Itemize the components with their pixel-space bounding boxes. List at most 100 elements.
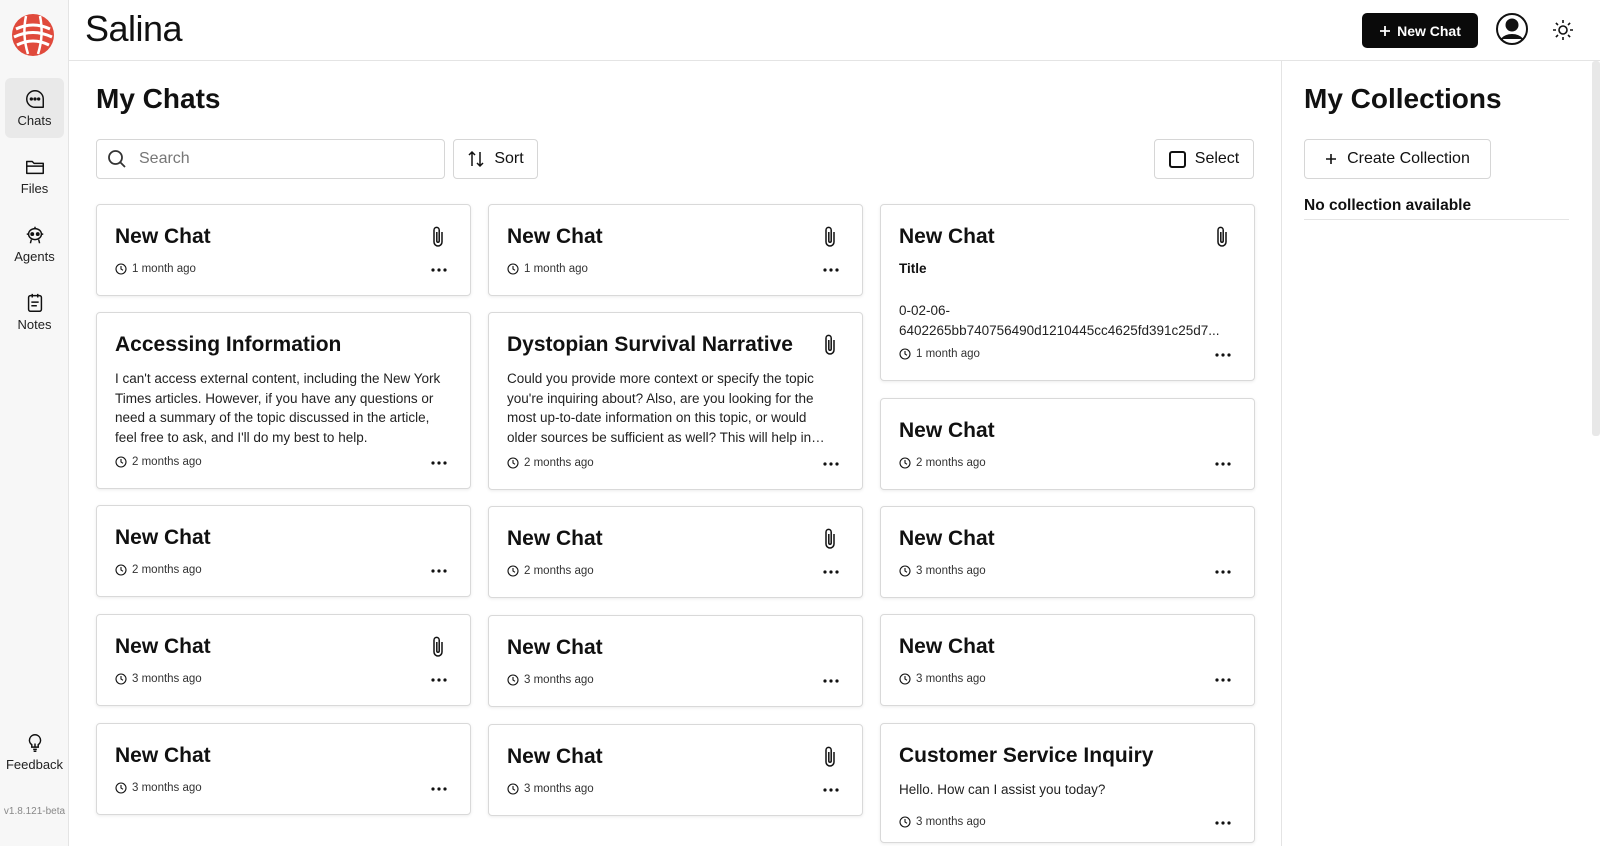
chat-timestamp: 3 months ago: [899, 565, 986, 577]
chat-title: New Chat: [899, 635, 995, 658]
chat-card[interactable]: New Chat 3 months ago: [96, 614, 471, 706]
chat-card[interactable]: Accessing Information I can't access ext…: [96, 312, 471, 489]
sun-icon[interactable]: [1552, 19, 1574, 41]
more-options-icon[interactable]: [822, 267, 840, 273]
create-collection-button[interactable]: Create Collection: [1304, 139, 1491, 179]
chat-card[interactable]: Customer Service Inquiry Hello. How can …: [880, 723, 1255, 843]
chat-card[interactable]: New Chat 2 months ago: [96, 505, 471, 597]
feedback-label: Feedback: [5, 757, 64, 772]
sidebar-item-label: Chats: [17, 113, 52, 128]
more-options-icon[interactable]: [430, 786, 448, 792]
more-options-icon[interactable]: [822, 787, 840, 793]
chat-timestamp: 1 month ago: [507, 263, 588, 275]
chat-card[interactable]: New Chat 1 month ago: [488, 204, 863, 296]
chat-card[interactable]: New Chat 3 months ago: [880, 506, 1255, 598]
page-title: My Chats: [96, 83, 221, 114]
paperclip-icon[interactable]: [820, 225, 840, 249]
clock-icon: [507, 457, 519, 469]
chat-timestamp: 2 months ago: [115, 564, 202, 576]
clock-icon: [899, 565, 911, 577]
sidebar-item-label: Agents: [14, 249, 55, 264]
chat-timestamp: 2 months ago: [899, 457, 986, 469]
chat-bubble-icon: [25, 90, 44, 108]
more-options-icon[interactable]: [1214, 569, 1232, 575]
chat-title: New Chat: [115, 225, 211, 248]
more-options-icon[interactable]: [430, 677, 448, 683]
user-avatar-icon[interactable]: [1495, 12, 1529, 46]
chat-title: New Chat: [507, 636, 603, 659]
clock-icon: [507, 565, 519, 577]
lightbulb-icon: [28, 734, 41, 752]
sort-button[interactable]: Sort: [453, 139, 538, 179]
clock-icon: [507, 783, 519, 795]
paperclip-icon[interactable]: [820, 745, 840, 769]
collections-panel: My Collections Create Collection No coll…: [1281, 61, 1600, 846]
more-options-icon[interactable]: [1214, 677, 1232, 683]
chat-title: New Chat: [507, 745, 603, 768]
sidebar-item-files[interactable]: Files: [5, 146, 64, 206]
clock-icon: [115, 782, 127, 794]
more-options-icon[interactable]: [822, 569, 840, 575]
paperclip-icon[interactable]: [1212, 225, 1232, 249]
more-options-icon[interactable]: [1214, 820, 1232, 826]
chat-preview: 0-02-06- 6402265bb740756490d1210445cc462…: [899, 303, 1220, 338]
chat-card[interactable]: Dystopian Survival Narrative Could you p…: [488, 312, 863, 490]
chat-card[interactable]: New Chat Title 0-02-06- 6402265bb7407564…: [880, 204, 1255, 381]
paperclip-icon[interactable]: [428, 635, 448, 659]
sidebar-item-notes[interactable]: Notes: [5, 282, 64, 342]
chat-card[interactable]: New Chat 3 months ago: [96, 723, 471, 815]
chat-card[interactable]: New Chat 3 months ago: [488, 615, 863, 707]
more-options-icon[interactable]: [822, 461, 840, 467]
collections-title: My Collections: [1304, 83, 1502, 114]
more-options-icon[interactable]: [1214, 352, 1232, 358]
paperclip-icon[interactable]: [820, 333, 840, 357]
notes-icon: [27, 293, 42, 312]
paperclip-icon[interactable]: [428, 225, 448, 249]
chat-timestamp: 2 months ago: [507, 457, 594, 469]
clock-icon: [899, 673, 911, 685]
chat-card[interactable]: New Chat 2 months ago: [488, 506, 863, 598]
create-collection-label: Create Collection: [1347, 150, 1470, 167]
version-label: v1.8.121-beta: [3, 806, 66, 817]
agent-icon: [26, 226, 43, 244]
select-button[interactable]: Select: [1154, 139, 1254, 179]
more-options-icon[interactable]: [430, 267, 448, 273]
chat-timestamp: 2 months ago: [115, 456, 202, 468]
chat-timestamp: 3 months ago: [115, 673, 202, 685]
clock-icon: [115, 456, 127, 468]
sidebar-item-label: Notes: [17, 317, 52, 332]
more-options-icon[interactable]: [822, 678, 840, 684]
clock-icon: [899, 457, 911, 469]
chat-title: New Chat: [115, 744, 211, 767]
salina-logo-icon[interactable]: [10, 12, 56, 58]
feedback-button[interactable]: Feedback: [5, 722, 64, 782]
paperclip-icon[interactable]: [820, 527, 840, 551]
more-options-icon[interactable]: [1214, 461, 1232, 467]
search-box[interactable]: [96, 139, 445, 179]
chat-card[interactable]: New Chat 3 months ago: [488, 724, 863, 816]
chat-timestamp: 1 month ago: [115, 263, 196, 275]
more-options-icon[interactable]: [430, 568, 448, 574]
new-chat-button[interactable]: New Chat: [1362, 13, 1478, 48]
chat-timestamp: 3 months ago: [507, 783, 594, 795]
chat-timestamp: 3 months ago: [507, 674, 594, 686]
chat-card[interactable]: New Chat 1 month ago: [96, 204, 471, 296]
sidebar-item-chats[interactable]: Chats: [5, 78, 64, 138]
chat-title: New Chat: [899, 419, 995, 442]
chat-card[interactable]: New Chat 2 months ago: [880, 398, 1255, 490]
sidebar: Chats Files Agents Notes Feedback v1.8.1…: [0, 0, 69, 846]
more-options-icon[interactable]: [430, 460, 448, 466]
chat-card[interactable]: New Chat 3 months ago: [880, 614, 1255, 706]
scrollbar[interactable]: [1592, 61, 1600, 436]
chat-timestamp: 3 months ago: [899, 673, 986, 685]
plus-icon: [1326, 154, 1337, 164]
checkbox-icon: [1168, 150, 1186, 168]
chat-timestamp: 3 months ago: [899, 816, 986, 828]
sort-label: Sort: [494, 150, 524, 167]
clock-icon: [899, 816, 911, 828]
chat-title: New Chat: [115, 635, 211, 658]
search-input[interactable]: [139, 150, 419, 168]
search-icon: [108, 150, 126, 168]
chat-title: New Chat: [507, 225, 603, 248]
sidebar-item-agents[interactable]: Agents: [5, 214, 64, 274]
